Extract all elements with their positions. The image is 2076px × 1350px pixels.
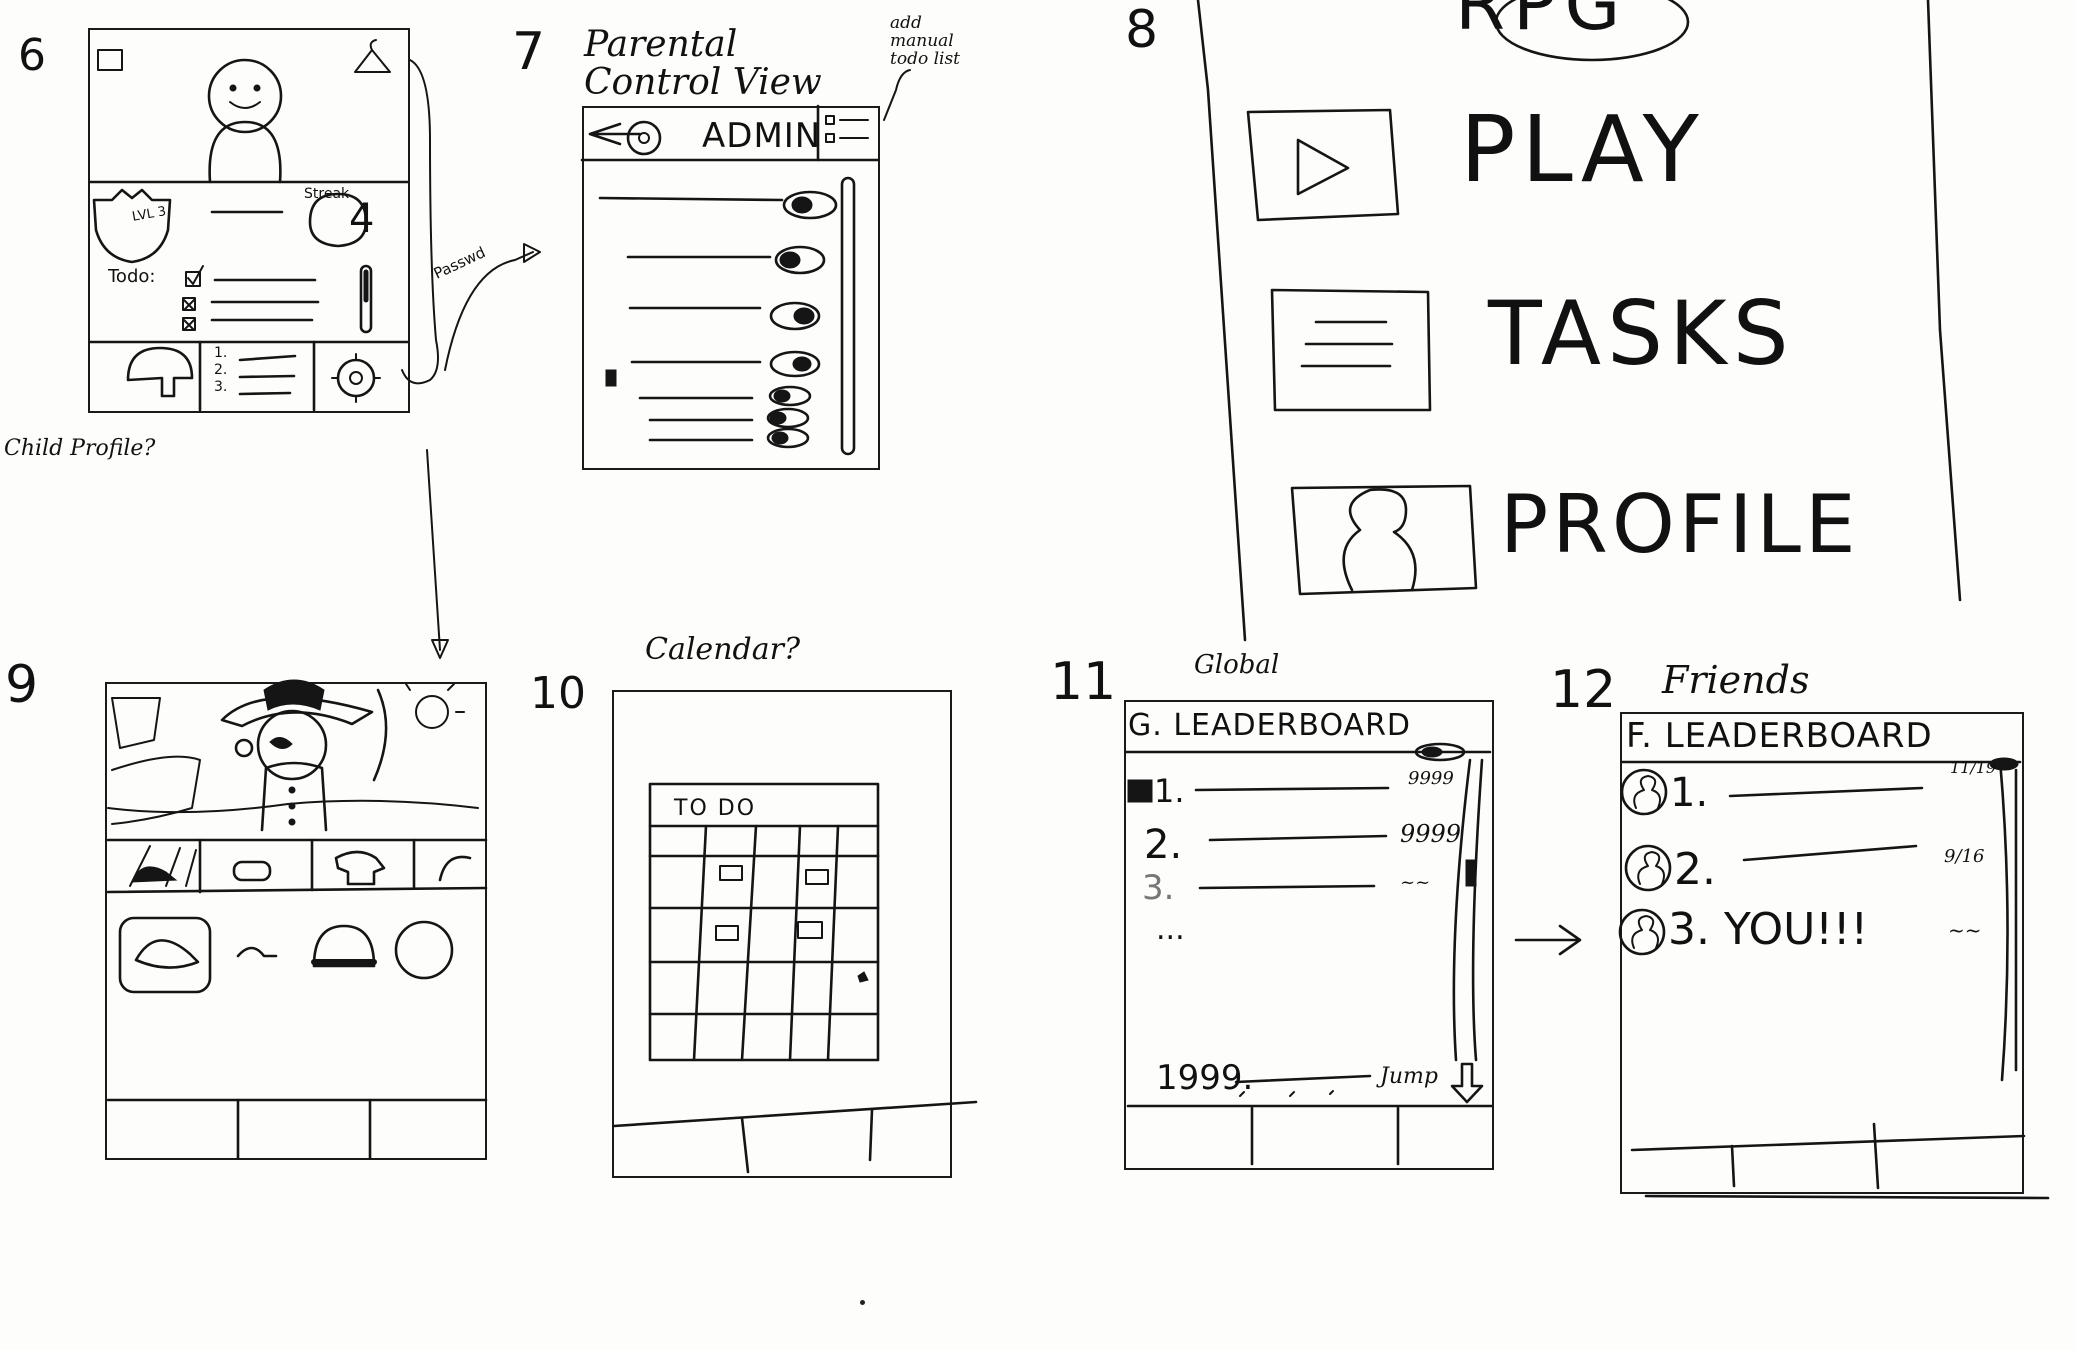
friend-rank-2: 2. [1674,844,1716,895]
friend-score-2: 9/16 [1944,846,1985,867]
friends-leaderboard-header: F. LEADERBOARD [1626,716,1933,756]
friend-rank-1: 1. [1670,770,1709,816]
friends-scrollbar [1998,758,2009,1082]
stray-mark [860,1300,865,1305]
friend-rank-you: 3. YOU!!! [1668,904,1869,955]
screen12-drawing [1618,757,2050,1200]
friend-score-1: 11/19 [1950,758,1997,777]
friend-score-3: ~~ [1948,918,1982,942]
